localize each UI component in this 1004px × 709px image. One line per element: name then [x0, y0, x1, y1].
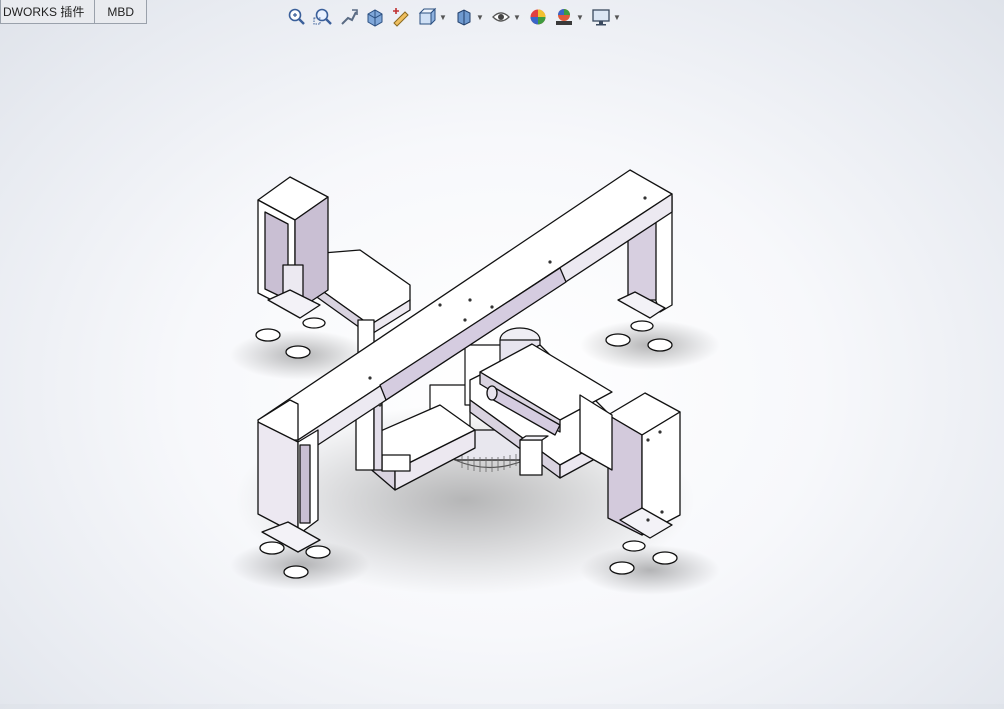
- dynamic-annotation-icon[interactable]: [390, 6, 412, 28]
- section-view-icon[interactable]: [364, 6, 386, 28]
- heads-up-view-toolbar: ▼ ▼ ▼ ▼ ▼: [286, 4, 623, 30]
- graphics-area[interactable]: [0, 30, 1004, 704]
- previous-view-icon[interactable]: [338, 6, 360, 28]
- chevron-down-icon[interactable]: ▼: [513, 6, 521, 28]
- view-settings-icon[interactable]: [590, 6, 612, 28]
- apply-scene-icon[interactable]: [553, 6, 575, 28]
- chevron-down-icon[interactable]: ▼: [576, 6, 584, 28]
- tab-solidworks-addins[interactable]: DWORKS 插件: [0, 0, 96, 24]
- view-orientation-icon[interactable]: [416, 6, 438, 28]
- zoom-to-area-icon[interactable]: [312, 6, 334, 28]
- zoom-to-fit-icon[interactable]: [286, 6, 308, 28]
- hide-show-items-icon[interactable]: [490, 6, 512, 28]
- chevron-down-icon[interactable]: ▼: [476, 6, 484, 28]
- display-style-icon[interactable]: [453, 6, 475, 28]
- command-manager-tabs: DWORKS 插件 MBD: [0, 0, 148, 26]
- 3d-model-render: [230, 169, 720, 595]
- edit-appearance-icon[interactable]: [527, 6, 549, 28]
- chevron-down-icon[interactable]: ▼: [439, 6, 447, 28]
- tab-mbd[interactable]: MBD: [95, 0, 148, 24]
- chevron-down-icon[interactable]: ▼: [613, 6, 621, 28]
